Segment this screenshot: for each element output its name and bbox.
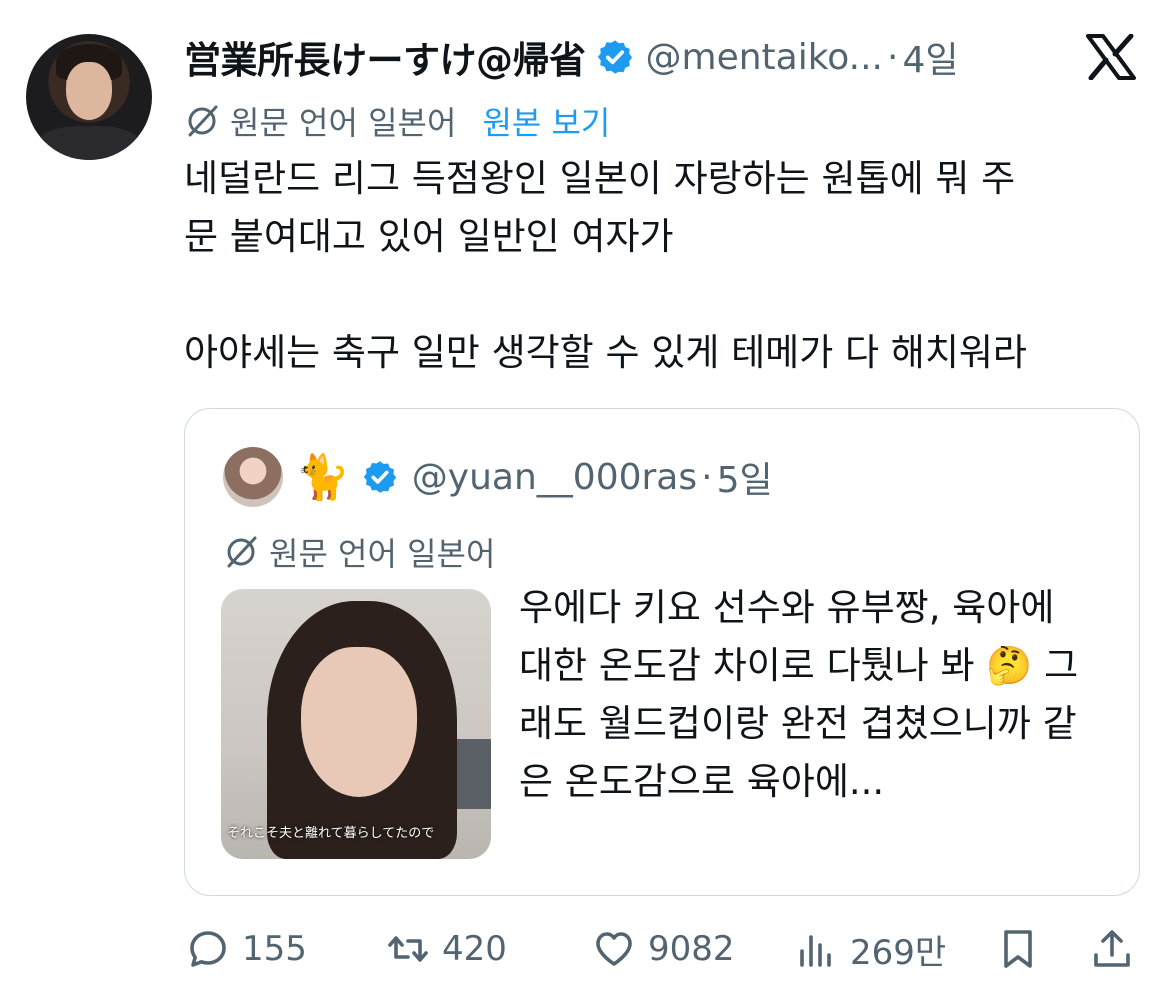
tweet-time[interactable]: 4일 [902,31,958,83]
thumbnail-caption: それこそ夫と離れて暮らしてたので [227,826,435,841]
thumbnail-face [301,647,417,797]
quoted-author-avatar[interactable] [223,447,283,507]
verified-badge-icon [597,40,632,74]
share-icon [1094,930,1130,967]
x-logo-icon [1086,34,1136,80]
quoted-author-handle[interactable]: @yuan__000ras [412,457,697,498]
reply-icon [190,931,226,967]
bookmark-icon [1004,930,1032,968]
quoted-tweet-header: 🐈 @yuan__000ras · 5일 [223,447,773,507]
translation-row: 원문 언어 일본어 원본 보기 [184,98,610,144]
views-icon [800,935,831,967]
repost-button[interactable]: 420 [386,920,507,978]
reply-button[interactable]: 155 [186,920,307,978]
action-bar: 155 420 9082 269만 [186,920,1136,978]
quoted-tweet[interactable]: 🐈 @yuan__000ras · 5일 원문 언어 일본어 それこそ夫と離れて… [184,408,1140,896]
quoted-translation-label: 원문 언어 일본어 [269,535,496,573]
like-button[interactable]: 9082 [592,920,735,978]
bookmark-button[interactable] [996,920,1040,978]
translation-label: 원문 언어 일본어 [230,104,457,142]
tweet-header: 営業所長けーすけ@帰省 @mentaiko... · 4일 [184,30,958,84]
author-avatar[interactable] [26,34,152,160]
views-button[interactable]: 269만 [794,920,946,978]
tweet-body: 네덜란드 리그 득점왕인 일본이 자랑하는 원톱에 뭐 주 문 붙여대고 있어 … [184,157,1027,374]
repost-icon [388,936,428,962]
separator-dot: · [887,36,899,78]
globe-slash-icon [227,536,257,568]
show-original-link[interactable]: 원본 보기 [482,98,610,144]
quoted-tweet-text: 우에다 키요 선수와 유부짱, 육아에 대한 온도감 차이로 다퉜나 봐 🤔 그… [519,586,1079,803]
separator-dot: · [701,456,713,498]
author-handle[interactable]: @mentaiko... [646,37,884,78]
quoted-translation-row: 원문 언어 일본어 [223,529,495,575]
globe-slash-icon [188,105,218,137]
cat-emoji: 🐈 [295,452,350,503]
like-icon [596,932,632,966]
author-display-name[interactable]: 営業所長けーすけ@帰省 [184,30,586,84]
quoted-media-thumbnail[interactable]: それこそ夫と離れて暮らしてたので [221,589,491,859]
repost-count: 420 [442,929,507,969]
views-count: 269만 [850,932,947,973]
verified-badge-icon [363,461,396,493]
share-button[interactable] [1090,920,1134,978]
avatar-face [66,62,112,120]
like-count: 9082 [648,929,735,969]
quoted-tweet-time[interactable]: 5일 [717,451,773,503]
avatar-shirt [36,126,142,160]
reply-count: 155 [242,929,307,969]
